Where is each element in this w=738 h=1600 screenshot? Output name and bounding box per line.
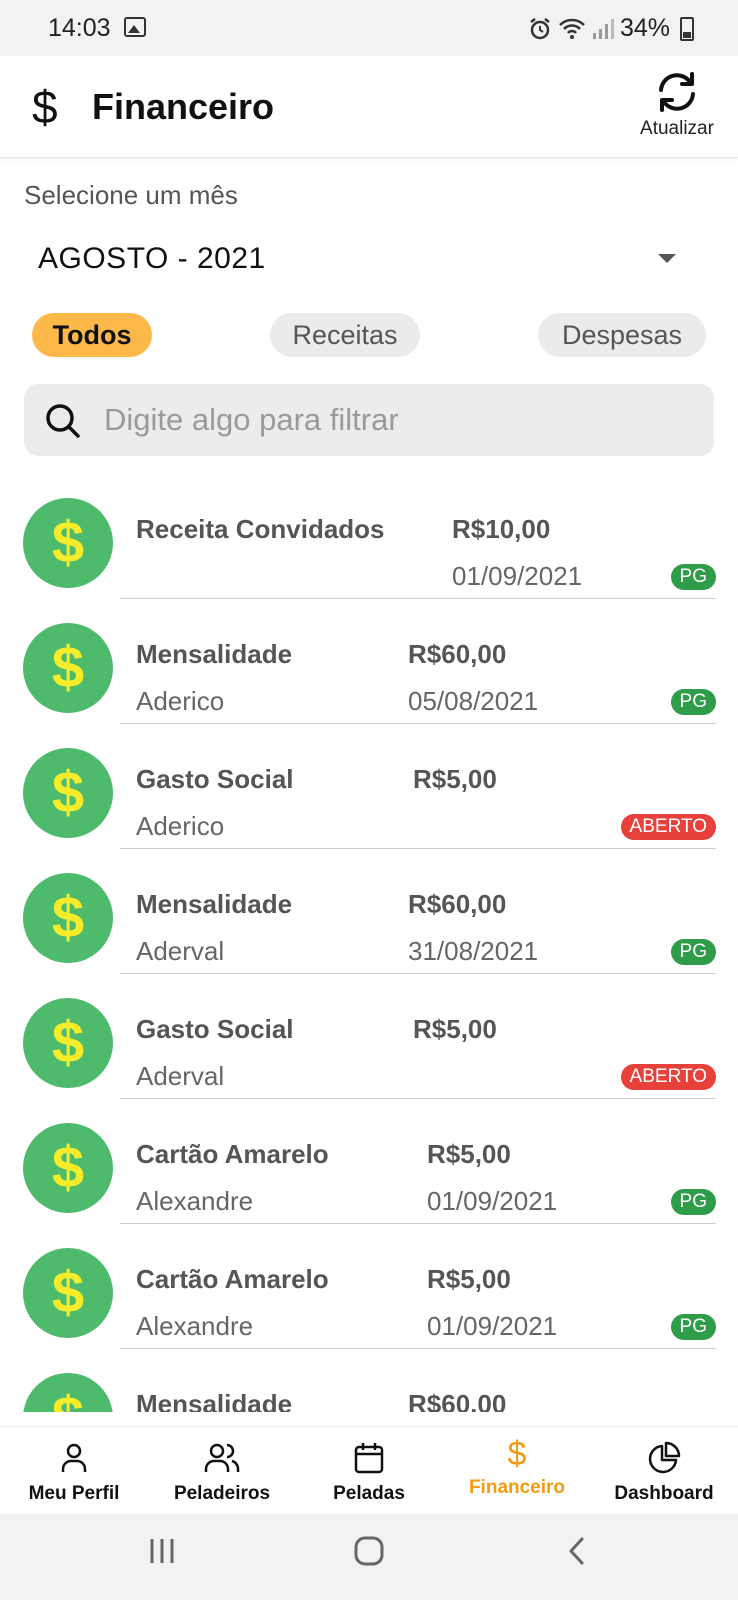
refresh-button[interactable]: Atualizar (636, 70, 718, 140)
bottom-navigation: Meu Perfil Peladeiros Peladas $ Financei… (0, 1426, 738, 1514)
item-subtitle: Alexandre (136, 1186, 254, 1216)
page-title: Financeiro (92, 86, 275, 127)
item-date: 01/09/2021 (427, 1186, 558, 1216)
image-icon (124, 17, 146, 37)
item-date: 01/09/2021 (452, 561, 583, 591)
dollar-avatar-icon: $ (23, 998, 113, 1088)
filter-chip-todos[interactable]: Todos (32, 313, 152, 357)
wifi-icon (559, 18, 585, 39)
month-dropdown[interactable]: AGOSTO - 2021 (24, 226, 714, 296)
item-subtitle: Aderico (136, 811, 225, 841)
status-time: 14:03 (48, 14, 111, 42)
nav-label: Financeiro (468, 1477, 566, 1498)
item-amount: R$60,00 (408, 1389, 507, 1412)
month-selected-value: AGOSTO - 2021 (38, 242, 266, 275)
item-amount: R$60,00 (408, 889, 507, 919)
status-badge: PG (670, 1189, 716, 1215)
item-date: 31/08/2021 (408, 936, 539, 966)
nav-item-dashboard[interactable]: Dashboard (590, 1427, 738, 1515)
item-date: 01/09/2021 (427, 1311, 558, 1341)
list-item[interactable]: $ Cartão Amarelo Alexandre R$5,00 01/09/… (0, 1224, 738, 1349)
nav-item-meu-perfil[interactable]: Meu Perfil (0, 1427, 148, 1515)
dollar-avatar-icon: $ (23, 1248, 113, 1338)
nav-label: Peladas (333, 1483, 405, 1504)
app-header: $ Financeiro Atualizar (0, 56, 738, 158)
nav-item-financeiro[interactable]: $ Financeiro (443, 1427, 591, 1515)
dollar-icon: $ (507, 1435, 527, 1473)
nav-item-peladas[interactable]: Peladas (295, 1427, 443, 1515)
user-icon (61, 1443, 87, 1472)
refresh-icon (659, 72, 695, 112)
list-item[interactable]: $ Mensalidade Aderval R$60,00 31/08/2021… (0, 849, 738, 974)
pie-chart-icon (648, 1441, 681, 1474)
home-icon[interactable] (354, 1536, 384, 1566)
users-icon (204, 1443, 240, 1472)
nav-item-peladeiros[interactable]: Peladeiros (148, 1427, 296, 1515)
status-badge: PG (670, 939, 716, 965)
chevron-down-icon (658, 254, 676, 263)
month-caption: Selecione um mês (24, 180, 238, 210)
back-icon[interactable] (566, 1536, 588, 1566)
item-title: Gasto Social (136, 1014, 294, 1044)
search-input[interactable] (104, 384, 684, 456)
transaction-list: $ Receita Convidados R$10,00 01/09/2021 … (0, 474, 738, 1412)
status-badge: ABERTO (620, 1064, 716, 1090)
item-subtitle: Aderval (136, 936, 225, 966)
dollar-avatar-icon: $ (23, 498, 113, 588)
item-amount: R$5,00 (413, 764, 497, 794)
item-title: Mensalidade (136, 1389, 293, 1412)
status-bar: 14:03 34% (0, 0, 738, 56)
refresh-label: Atualizar (640, 118, 714, 139)
item-subtitle: Aderval (136, 1061, 225, 1091)
item-title: Cartão Amarelo (136, 1264, 329, 1294)
status-icons: 34% (528, 14, 694, 43)
item-amount: R$5,00 (427, 1264, 511, 1294)
item-title: Cartão Amarelo (136, 1139, 329, 1169)
item-title: Gasto Social (136, 764, 294, 794)
status-badge: ABERTO (620, 814, 716, 840)
item-title: Mensalidade (136, 639, 293, 669)
battery-icon (680, 16, 694, 41)
list-item[interactable]: $ Gasto Social Aderval R$5,00 ABERTO (0, 974, 738, 1099)
status-badge: PG (670, 564, 716, 590)
nav-label: Meu Perfil (28, 1483, 120, 1504)
battery-percent: 34% (619, 14, 670, 42)
nav-label: Peladeiros (173, 1483, 271, 1504)
list-item[interactable]: $ Mensalidade Aderico R$60,00 05/08/2021… (0, 599, 738, 724)
item-subtitle: Alexandre (136, 1311, 254, 1341)
dollar-avatar-icon: $ (23, 873, 113, 963)
dollar-avatar-icon: $ (23, 748, 113, 838)
status-badge: PG (670, 689, 716, 715)
status-badge: PG (670, 1314, 716, 1340)
item-amount: R$10,00 (452, 514, 551, 544)
list-item[interactable]: $ Cartão Amarelo Alexandre R$5,00 01/09/… (0, 1099, 738, 1224)
signal-icon (592, 18, 614, 39)
nav-label: Dashboard (614, 1483, 714, 1504)
item-amount: R$60,00 (408, 639, 507, 669)
item-amount: R$5,00 (413, 1014, 497, 1044)
item-subtitle: Aderico (136, 686, 225, 716)
dollar-avatar-icon: $ (23, 623, 113, 713)
item-date: 05/08/2021 (408, 686, 539, 716)
list-item[interactable]: $ Gasto Social Aderico R$5,00 ABERTO (0, 724, 738, 849)
item-title: Receita Convidados (136, 514, 385, 544)
search-icon (46, 404, 80, 438)
item-title: Mensalidade (136, 889, 293, 919)
recent-apps-icon[interactable] (148, 1536, 176, 1566)
filter-chip-despesas[interactable]: Despesas (538, 313, 706, 357)
calendar-icon (354, 1443, 384, 1474)
dollar-avatar-icon: $ (23, 1123, 113, 1213)
dollar-avatar-icon: $ (23, 1373, 113, 1412)
system-navigation (0, 1514, 738, 1600)
alarm-icon (530, 17, 550, 39)
dollar-icon: $ (32, 81, 58, 133)
search-bar (24, 384, 714, 456)
list-item[interactable]: $ Mensalidade R$60,00 (0, 1349, 738, 1412)
list-item[interactable]: $ Receita Convidados R$10,00 01/09/2021 … (0, 474, 738, 599)
filter-chip-receitas[interactable]: Receitas (270, 313, 420, 357)
item-amount: R$5,00 (427, 1139, 511, 1169)
